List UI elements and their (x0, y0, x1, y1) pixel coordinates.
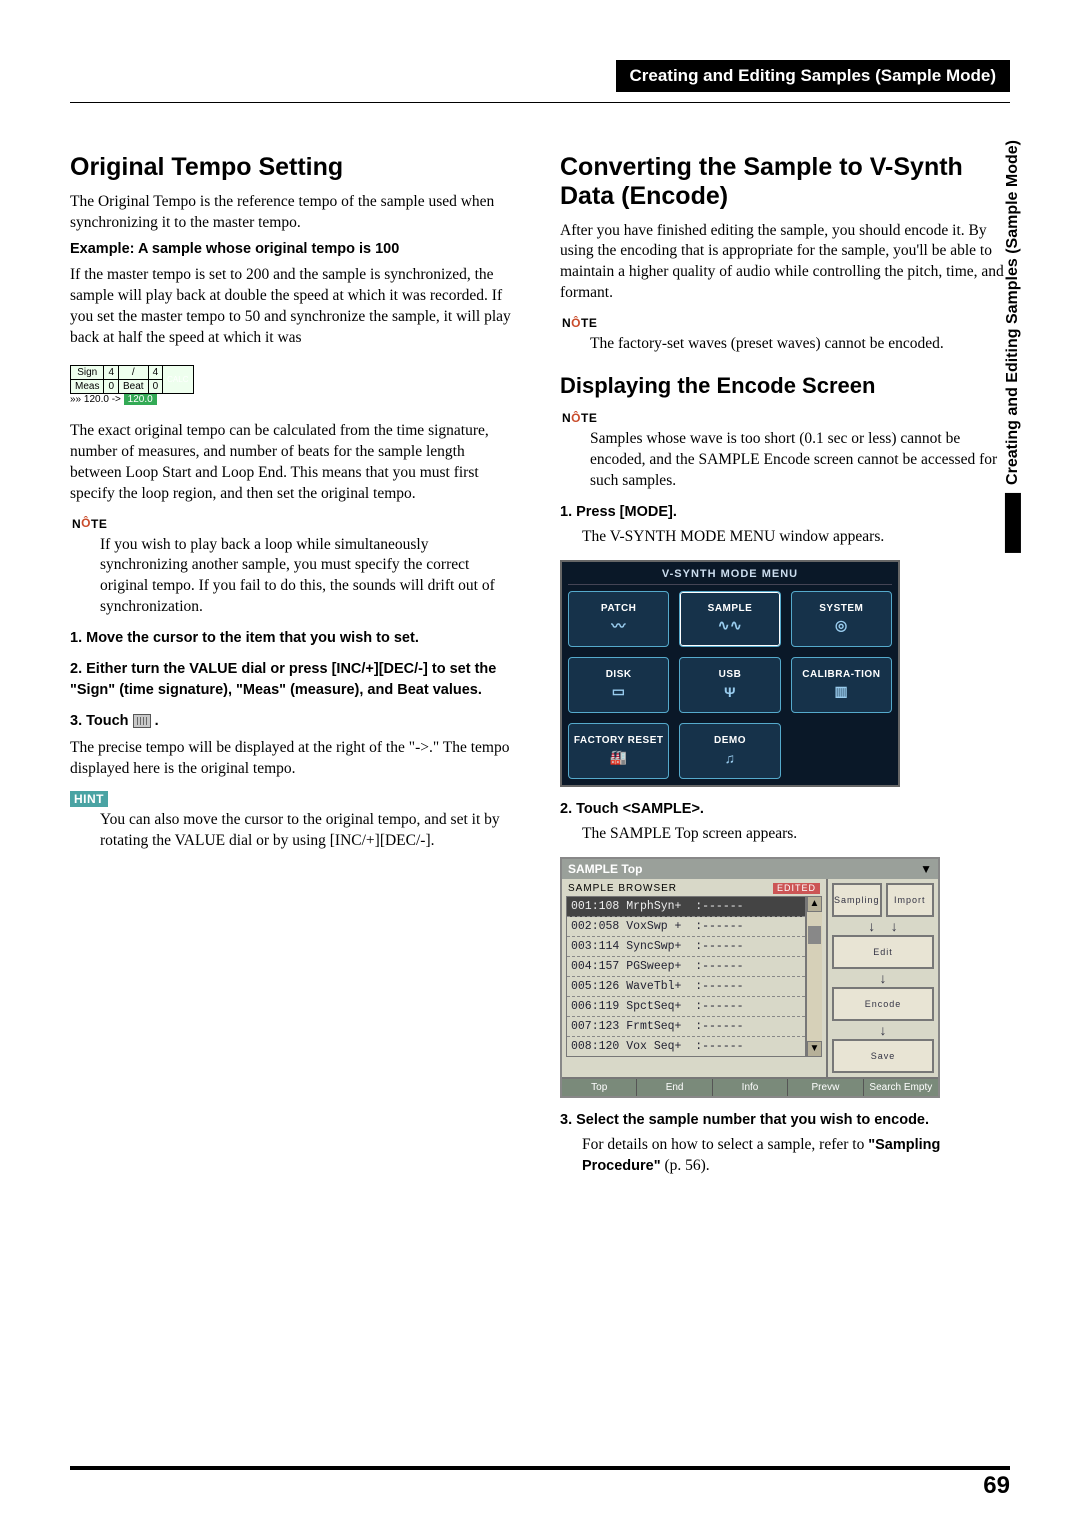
btn-prevw[interactable]: Prevw (788, 1079, 863, 1096)
list-item[interactable]: 007:123 FrmtSeq+ :------ (567, 1017, 805, 1037)
btn-save[interactable]: Save (832, 1039, 934, 1073)
btn-edit[interactable]: Edit (832, 935, 934, 969)
list-item[interactable]: 001:108 MrphSyn+ :------ (567, 897, 805, 917)
mode-btn-factory-reset[interactable]: FACTORY RESET🏭 (568, 723, 669, 779)
arrow-down-icon: ↓ (832, 971, 934, 985)
calc-icon: CALC (163, 365, 193, 393)
step-3-select-sample: 3. Select the sample number that you wis… (560, 1110, 1010, 1131)
step-1-press-mode: 1. Press [MODE]. (560, 502, 1010, 523)
usb-icon: Ψ (716, 683, 744, 701)
calibration-icon: ▥ (827, 683, 855, 701)
step-1: 1. Move the cursor to the item that you … (70, 628, 520, 649)
rule (70, 102, 1010, 103)
demo-icon: ♫ (716, 749, 744, 767)
btn-sampling[interactable]: Sampling (832, 883, 882, 917)
note-body: If you wish to play back a loop while si… (100, 535, 520, 619)
list-item[interactable]: 005:126 WaveTbl+ :------ (567, 977, 805, 997)
heading-display-encode: Displaying the Encode Screen (560, 373, 1010, 399)
mode-btn-patch[interactable]: PATCH〰 (568, 591, 669, 647)
btn-top[interactable]: Top (562, 1079, 637, 1096)
patch-icon: 〰 (605, 617, 633, 635)
scroll-down-icon[interactable]: ▼ (807, 1041, 822, 1057)
browser-label: SAMPLE BROWSER (568, 883, 677, 894)
arrow-down-icon: ↓ (832, 1023, 934, 1037)
list-item[interactable]: 004:157 PGSweep+ :------ (567, 957, 805, 977)
footer-rule (70, 1466, 1010, 1470)
note-icon: NÔTE (560, 410, 599, 426)
para: The Original Tempo is the reference temp… (70, 192, 520, 234)
side-tab: Creating and Editing Samples (Sample Mod… (1004, 140, 1022, 553)
para: The exact original tempo can be calculat… (70, 421, 520, 505)
mode-btn-system[interactable]: SYSTEM◎ (791, 591, 892, 647)
note-body: Samples whose wave is too short (0.1 sec… (590, 429, 1010, 492)
para: After you have finished editing the samp… (560, 221, 1010, 305)
note-body: The factory-set waves (preset waves) can… (590, 334, 1010, 355)
step-2: 2. Either turn the VALUE dial or press [… (70, 659, 520, 701)
tempo-figure: Sign 4 / 4 CALC Meas 0 Beat 0 »» 120.0 -… (70, 365, 194, 405)
mode-btn-disk[interactable]: DISK▭ (568, 657, 669, 713)
para: If the master tempo is set to 200 and th… (70, 265, 520, 349)
btn-encode[interactable]: Encode (832, 987, 934, 1021)
menu-down-icon[interactable]: ▼ (920, 862, 932, 876)
note-icon: NÔTE (560, 315, 599, 331)
hint-body: You can also move the cursor to the orig… (100, 810, 520, 852)
disk-icon: ▭ (605, 683, 633, 701)
sample-top-figure: SAMPLE Top ▼ SAMPLE BROWSER EDITED 001:10… (560, 857, 940, 1098)
para: The precise tempo will be displayed at t… (70, 738, 520, 780)
heading-original-tempo: Original Tempo Setting (70, 153, 520, 182)
scrollbar[interactable]: ▲ ▼ (806, 896, 822, 1057)
sample-top-title: SAMPLE Top (568, 862, 642, 876)
arrow-down-icon: ↓ ↓ (832, 919, 934, 933)
calc-button-icon (133, 714, 151, 728)
btn-end[interactable]: End (637, 1079, 712, 1096)
step-3-sub: For details on how to select a sample, r… (582, 1135, 1010, 1177)
mode-btn-demo[interactable]: DEMO♫ (679, 723, 780, 779)
mode-menu-figure: V-SYNTH MODE MENU PATCH〰 SAMPLE∿∿ SYSTEM… (560, 560, 900, 787)
step-3: 3. Touch . (70, 711, 520, 732)
step-2-sub: The SAMPLE Top screen appears. (582, 824, 1010, 845)
btn-search-empty[interactable]: Search Empty (864, 1079, 938, 1096)
scroll-up-icon[interactable]: ▲ (807, 896, 822, 912)
step-1-sub: The V-SYNTH MODE MENU window appears. (582, 527, 1010, 548)
system-icon: ◎ (827, 617, 855, 635)
note-icon: NÔTE (70, 516, 109, 532)
mode-btn-usb[interactable]: USBΨ (679, 657, 780, 713)
list-item[interactable]: 002:058 VoxSwp + :------ (567, 917, 805, 937)
section-header: Creating and Editing Samples (Sample Mod… (616, 60, 1011, 92)
page-number: 69 (70, 1472, 1010, 1500)
sample-icon: ∿∿ (716, 617, 744, 635)
step-2-touch-sample: 2. Touch <SAMPLE>. (560, 799, 1010, 820)
mode-btn-calibration[interactable]: CALIBRA-TION▥ (791, 657, 892, 713)
btn-info[interactable]: Info (713, 1079, 788, 1096)
example-heading: Example: A sample whose original tempo i… (70, 240, 520, 260)
hint-icon: HINT (70, 791, 108, 807)
mode-menu-title: V-SYNTH MODE MENU (568, 568, 892, 585)
heading-encode: Converting the Sample to V-Synth Data (E… (560, 153, 1010, 211)
btn-import[interactable]: Import (886, 883, 934, 917)
mode-btn-sample[interactable]: SAMPLE∿∿ (679, 591, 780, 647)
list-item[interactable]: 008:120 Vox Seq+ :------ (567, 1037, 805, 1056)
edited-badge: EDITED (773, 883, 820, 894)
factory-icon: 🏭 (605, 749, 633, 767)
list-item[interactable]: 003:114 SyncSwp+ :------ (567, 937, 805, 957)
list-item[interactable]: 006:119 SpctSeq+ :------ (567, 997, 805, 1017)
